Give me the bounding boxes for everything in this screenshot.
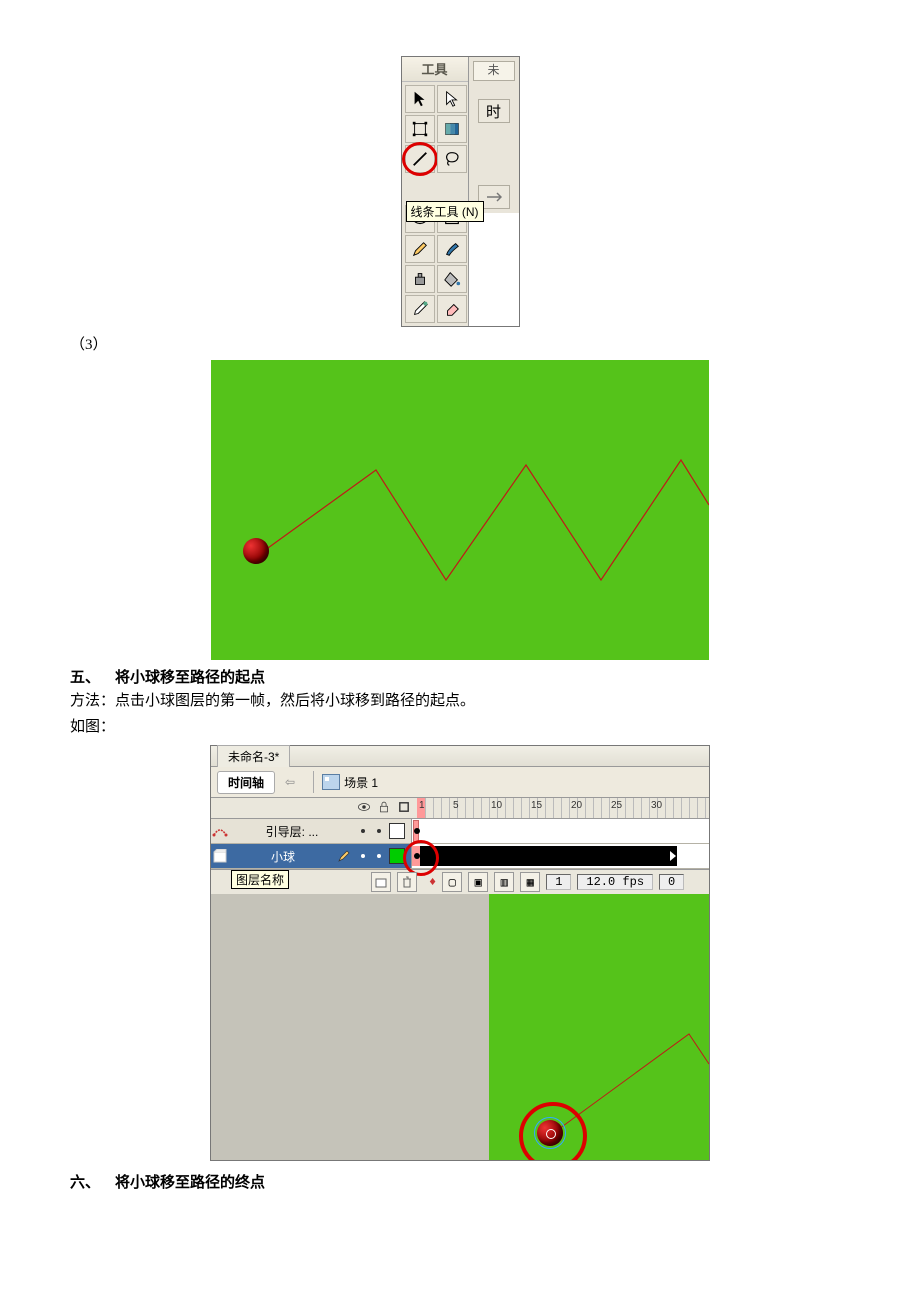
guide-layer-track[interactable] — [412, 819, 709, 843]
step3-label: （3） — [70, 333, 850, 354]
onion-skin-button-1[interactable]: ▢ — [442, 872, 462, 892]
guide-layer-name: 引导层: ... — [229, 823, 353, 840]
lock-icon[interactable] — [377, 800, 391, 817]
section6-title: 将小球移至路径的终点 — [115, 1175, 265, 1191]
guide-layer-row[interactable]: 引导层: ... — [211, 819, 709, 844]
tools-panel-figure: 工具 线条工具 (N) — [70, 56, 850, 327]
onion-skin-button-3[interactable]: ▥ — [494, 872, 514, 892]
scene-icon — [322, 774, 340, 790]
onion-skin-button-2[interactable]: ▣ — [468, 872, 488, 892]
eraser-tool[interactable] — [437, 295, 467, 323]
back-icon[interactable]: ⇦ — [285, 775, 295, 789]
adjacent-button-1[interactable]: 时 — [478, 99, 510, 123]
line-tool[interactable] — [405, 145, 435, 173]
delete-layer-button[interactable] — [397, 872, 417, 892]
frame-ruler: 1 5 10 15 20 25 30 — [211, 798, 709, 819]
tools-title: 工具 — [402, 57, 468, 82]
gradient-transform-tool[interactable] — [437, 115, 467, 143]
stage-zigzag-figure — [70, 360, 850, 660]
timeline-screenshot: 未命名-3* 时间轴 ⇦ 场景 1 1 5 10 15 20 25 30 — [210, 745, 710, 1161]
guide-layer-icon — [211, 823, 229, 839]
timeline-status-bar: 图层名称 ♦ ▢ ▣ ▥ ▦ 1 12.0 fps 0 — [211, 869, 709, 894]
selection-tool[interactable] — [405, 85, 435, 113]
line-tool-tooltip: 线条工具 (N) — [406, 201, 484, 222]
ball-layer-swatch[interactable] — [389, 848, 405, 864]
elapsed-display: 0 — [659, 874, 684, 890]
section6-num: 六、 — [70, 1175, 100, 1191]
scene-label: 场景 1 — [344, 774, 378, 791]
ball-layer-name: 小球 — [229, 848, 335, 865]
pencil-tool[interactable] — [405, 235, 435, 263]
section5-fig-label: 如图： — [70, 715, 850, 739]
onion-skin-button-4[interactable]: ▦ — [520, 872, 540, 892]
motion-path — [211, 360, 709, 660]
ball-layer-row[interactable]: 小球 — [211, 844, 709, 869]
outline-icon[interactable] — [397, 800, 411, 817]
scene-button[interactable]: 场景 1 — [322, 774, 378, 791]
section5-title: 将小球移至路径的起点 — [115, 670, 265, 686]
guide-layer-swatch[interactable] — [389, 823, 405, 839]
document-tab[interactable]: 未命名-3* — [217, 745, 290, 767]
ball-graphic — [243, 538, 269, 564]
layer-name-tooltip: 图层名称 — [231, 870, 289, 889]
section5-num: 五、 — [70, 670, 100, 686]
stage-canvas[interactable] — [211, 894, 709, 1160]
ink-bottle-tool[interactable] — [405, 265, 435, 293]
eye-icon[interactable] — [357, 800, 371, 817]
new-layer-button[interactable] — [371, 872, 391, 892]
tools-panel: 工具 线条工具 (N) — [402, 57, 469, 326]
section5-heading: 五、 将小球移至路径的起点 — [70, 666, 850, 687]
paint-bucket-tool[interactable] — [437, 265, 467, 293]
adjacent-panel: 未 时 — [469, 57, 519, 213]
layer-icon — [211, 849, 229, 863]
section6-heading: 六、 将小球移至路径的终点 — [70, 1171, 850, 1192]
lasso-tool[interactable] — [437, 145, 467, 173]
clock-icon: 时 — [486, 101, 501, 122]
ball-layer-track[interactable] — [412, 844, 709, 868]
subselection-tool[interactable] — [437, 85, 467, 113]
adjacent-tab[interactable]: 未 — [473, 61, 515, 81]
brush-tool[interactable] — [437, 235, 467, 263]
pencil-icon — [335, 849, 353, 863]
current-frame: 1 — [546, 874, 571, 890]
section5-method: 方法：点击小球图层的第一帧，然后将小球移到路径的起点。 — [70, 689, 850, 713]
fps-display: 12.0 fps — [577, 874, 653, 890]
free-transform-tool[interactable] — [405, 115, 435, 143]
timeline-tab[interactable]: 时间轴 — [217, 771, 275, 794]
eyedropper-tool[interactable] — [405, 295, 435, 323]
